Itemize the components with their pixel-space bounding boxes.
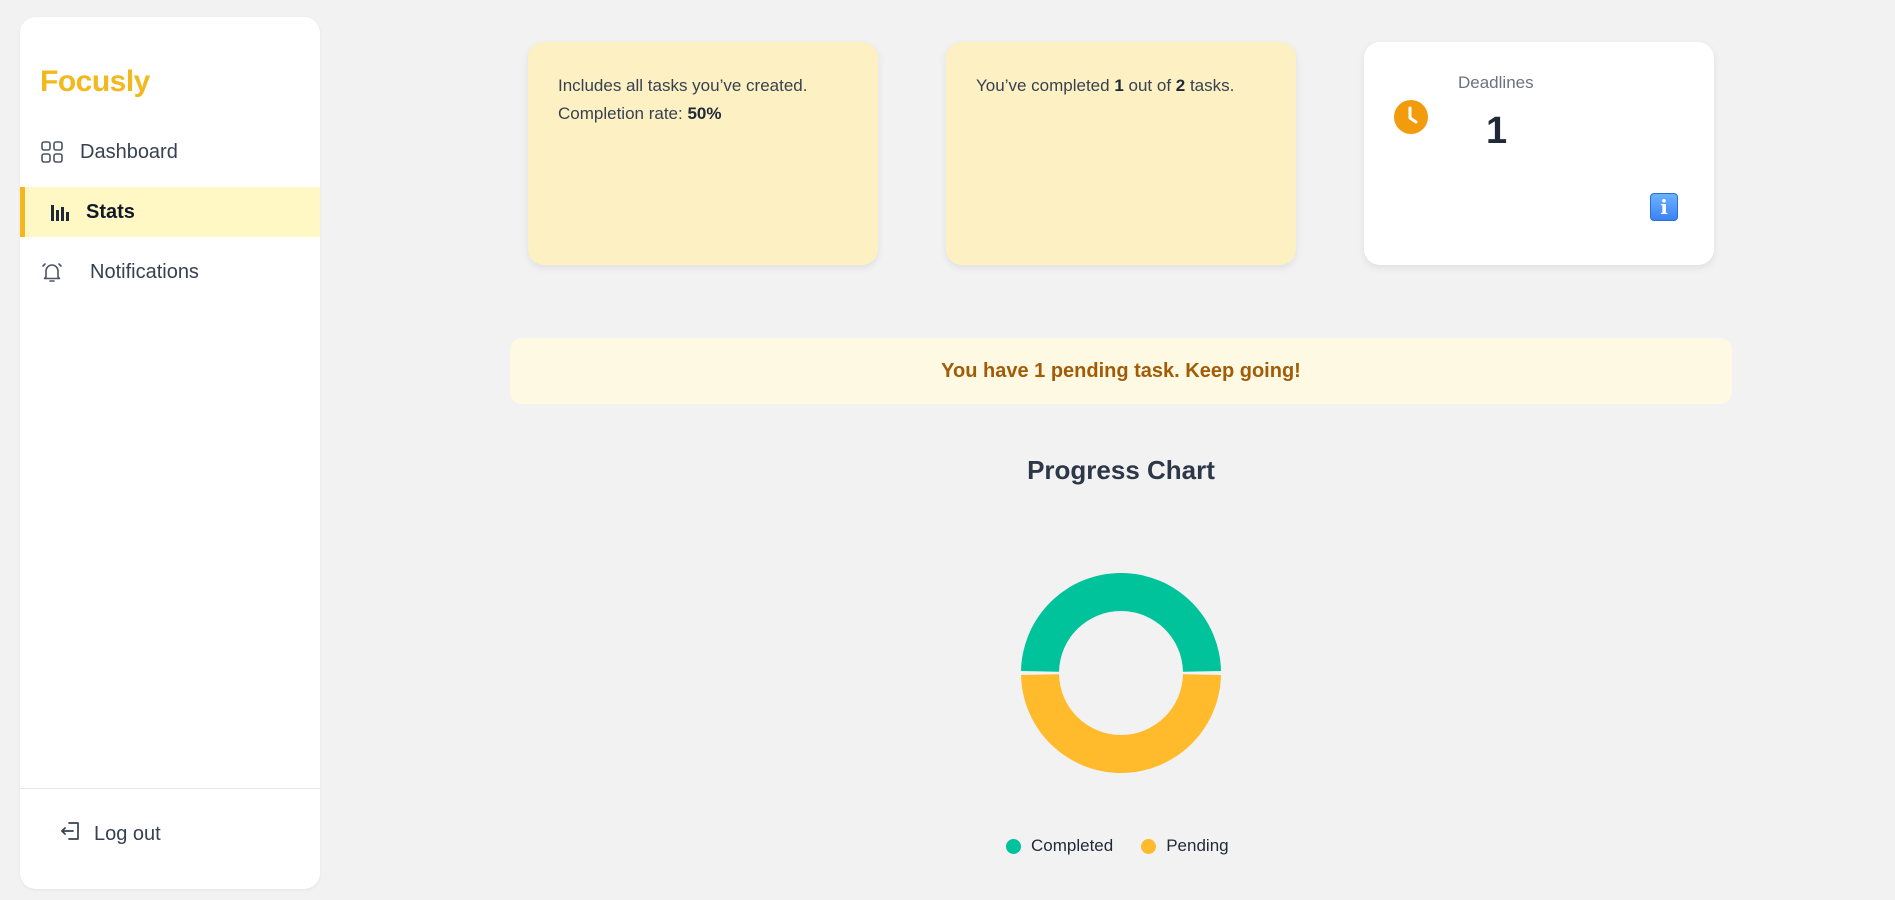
total-count: 2 bbox=[1175, 76, 1186, 95]
legend-swatch bbox=[1141, 838, 1157, 854]
deadlines-label: Deadlines bbox=[1458, 73, 1534, 92]
legend-swatch bbox=[1006, 838, 1021, 854]
donut-slice-pending[interactable] bbox=[1021, 674, 1221, 774]
grid-icon bbox=[40, 140, 64, 164]
bell-icon bbox=[40, 260, 64, 284]
completed-text-b: out of bbox=[1123, 76, 1176, 95]
sidebar-item-label: Stats bbox=[86, 200, 135, 223]
sidebar-item-dashboard[interactable]: Dashboard bbox=[20, 127, 320, 177]
total-tasks-line: Includes all tasks you’ve created. bbox=[558, 76, 808, 95]
deadlines-card: Deadlines 1 i bbox=[1364, 42, 1714, 265]
chart-title: Progress Chart bbox=[1027, 455, 1215, 485]
completed-tasks-description: You’ve completed 1 out of 2 tasks. bbox=[976, 72, 1234, 100]
bar-chart-icon bbox=[48, 200, 72, 224]
total-tasks-description: Includes all tasks you’ve created. Compl… bbox=[558, 72, 807, 128]
progress-donut-chart bbox=[1021, 572, 1221, 774]
donut-slice-completed[interactable] bbox=[1021, 572, 1221, 672]
completion-rate-label: Completion rate: bbox=[558, 104, 688, 123]
sidebar-item-notifications[interactable]: Notifications bbox=[20, 247, 320, 297]
app-logo[interactable]: Focusly bbox=[40, 65, 150, 99]
sidebar-divider bbox=[20, 788, 320, 789]
logout-icon bbox=[60, 820, 82, 848]
completion-rate-value: 50% bbox=[687, 104, 722, 123]
completed-text-a: You’ve completed bbox=[976, 76, 1115, 95]
clock-icon bbox=[1394, 100, 1428, 139]
total-tasks-card: Includes all tasks you’ve created. Compl… bbox=[528, 42, 878, 265]
pending-tasks-banner: You have 1 pending task. Keep going! bbox=[510, 338, 1732, 404]
completed-tasks-card: You’ve completed 1 out of 2 tasks. bbox=[946, 42, 1296, 265]
sidebar: Focusly Dashboard Stats Notifications Lo… bbox=[20, 17, 320, 889]
sidebar-item-label: Dashboard bbox=[80, 140, 178, 163]
logout-button[interactable]: Log out bbox=[60, 820, 161, 848]
legend-item-pending[interactable]: Pending bbox=[1141, 836, 1229, 856]
legend-label: Pending bbox=[1166, 836, 1229, 855]
completion-rate-line: Completion rate: 50% bbox=[558, 100, 807, 128]
info-icon[interactable]: i bbox=[1650, 193, 1678, 221]
completed-text-c: tasks. bbox=[1185, 76, 1235, 95]
deadlines-count: 1 bbox=[1486, 110, 1508, 152]
logout-label: Log out bbox=[94, 822, 161, 845]
legend-item-completed[interactable]: Completed bbox=[1006, 836, 1113, 856]
legend-label: Completed bbox=[1031, 836, 1114, 855]
chart-legend: Completed Pending bbox=[1006, 836, 1257, 856]
sidebar-item-label: Notifications bbox=[90, 260, 199, 283]
sidebar-item-stats[interactable]: Stats bbox=[20, 187, 320, 237]
completed-count: 1 bbox=[1114, 76, 1124, 95]
